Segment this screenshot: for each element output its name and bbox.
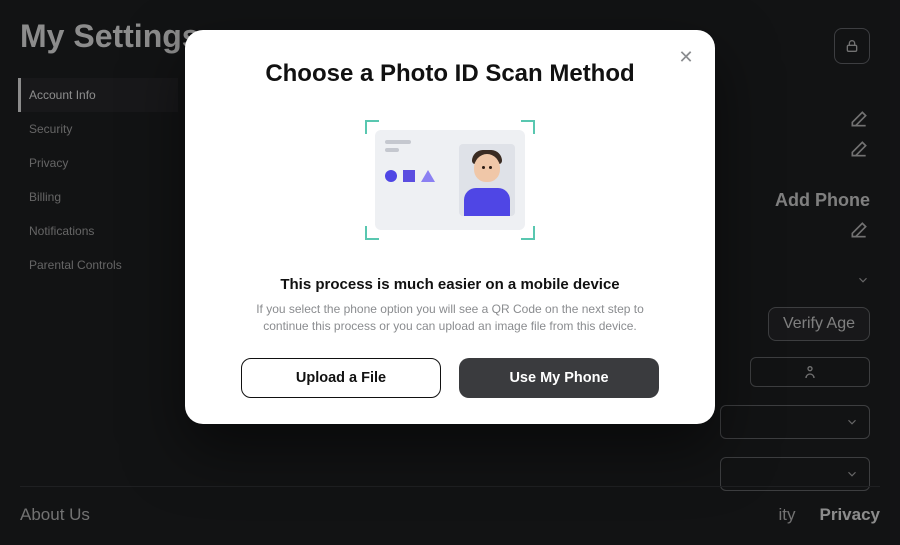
modal-title: Choose a Photo ID Scan Method xyxy=(265,60,634,88)
id-card-illustration xyxy=(365,120,535,240)
modal-actions: Upload a File Use My Phone xyxy=(215,358,685,398)
use-my-phone-button[interactable]: Use My Phone xyxy=(459,358,659,398)
photo-id-modal: ✕ Choose a Photo ID Scan Method This pro… xyxy=(185,30,715,424)
upload-file-button[interactable]: Upload a File xyxy=(241,358,441,398)
close-icon: ✕ xyxy=(678,47,693,68)
modal-hint-strong: This process is much easier on a mobile … xyxy=(280,276,619,293)
close-button[interactable]: ✕ xyxy=(675,46,697,68)
modal-hint-sub: If you select the phone option you will … xyxy=(250,301,650,336)
